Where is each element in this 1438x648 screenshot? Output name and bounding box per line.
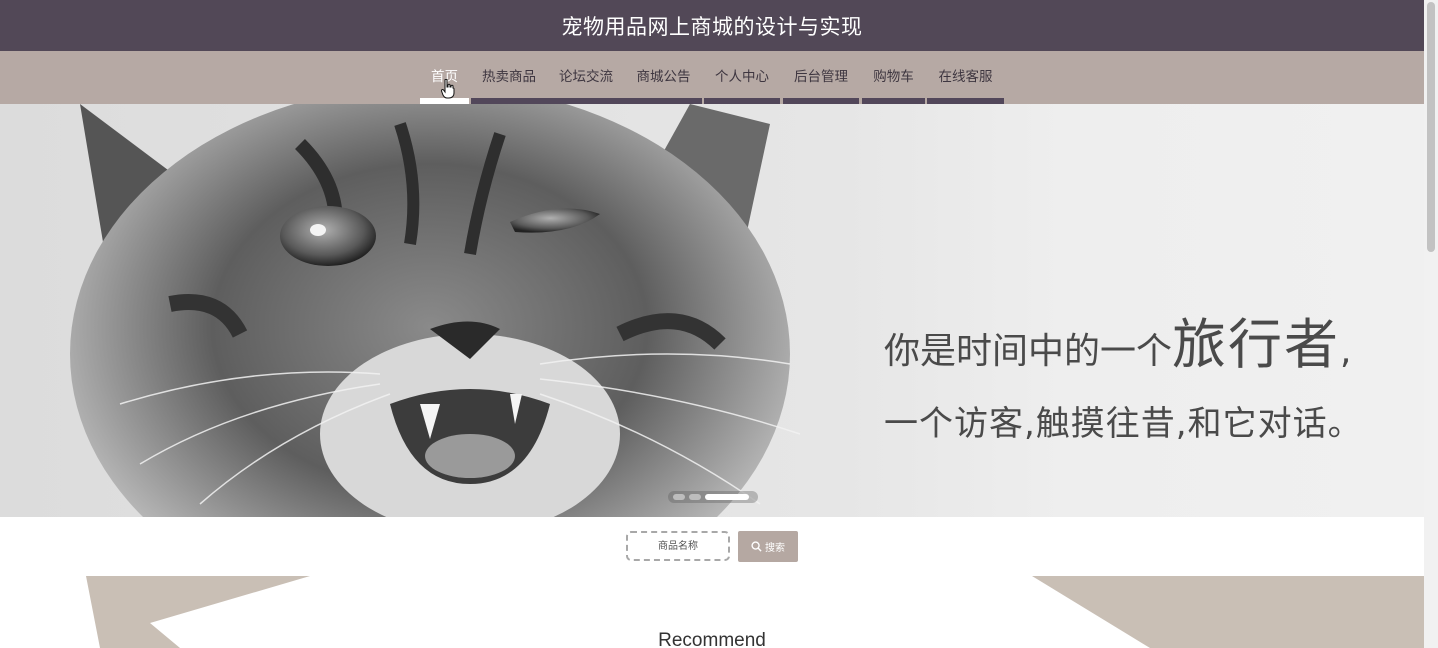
- nav-item-label: 个人中心: [715, 69, 769, 85]
- carousel-dot-3[interactable]: [705, 494, 749, 500]
- nav-item-label: 购物车: [873, 69, 914, 85]
- kitten-photo: [0, 104, 840, 517]
- site-header: 宠物用品网上商城的设计与实现: [0, 0, 1424, 51]
- recommend-heading: Recommend: [658, 630, 766, 648]
- search-button-label: 搜索: [765, 543, 785, 554]
- banner-headline-prefix: 你是时间中的一个: [884, 331, 1173, 372]
- search-icon: [751, 541, 762, 552]
- product-search-input[interactable]: [626, 531, 730, 561]
- nav-item-label: 热卖商品: [482, 69, 536, 85]
- carousel-dot-1[interactable]: [673, 494, 685, 500]
- nav-item-label: 商城公告: [636, 69, 691, 85]
- nav-item-label: 后台管理: [794, 69, 848, 85]
- nav-item-forum[interactable]: 论坛交流: [547, 51, 625, 104]
- pointer-cursor-icon: [441, 79, 455, 99]
- site-title: 宠物用品网上商城的设计与实现: [561, 14, 863, 39]
- search-button[interactable]: 搜索: [738, 531, 798, 562]
- nav-item-label: 论坛交流: [559, 69, 613, 85]
- nav-item-support[interactable]: 在线客服: [927, 51, 1004, 104]
- carousel-dot-2[interactable]: [689, 494, 701, 500]
- banner-headline-emphasis: 旅行者: [1172, 313, 1341, 376]
- page-scrollbar[interactable]: [1424, 0, 1438, 648]
- banner-headline-suffix: ,: [1340, 331, 1352, 372]
- banner-subline: 一个访客,触摸往昔,和它对话。: [884, 404, 1363, 444]
- nav-item-profile[interactable]: 个人中心: [704, 51, 780, 104]
- carousel-indicators: [668, 491, 758, 503]
- nav-item-announcements[interactable]: 商城公告: [625, 51, 702, 104]
- nav-item-cart[interactable]: 购物车: [862, 51, 925, 104]
- page: 宠物用品网上商城的设计与实现 首页 热卖商品 论坛交流 商城公告 个人中心 后台…: [0, 0, 1438, 648]
- nav-item-admin[interactable]: 后台管理: [783, 51, 859, 104]
- main-nav: 首页 热卖商品 论坛交流 商城公告 个人中心 后台管理 购物车 在线客服: [0, 51, 1424, 104]
- nav-item-hot-products[interactable]: 热卖商品: [471, 51, 547, 104]
- scrollbar-thumb[interactable]: [1427, 2, 1435, 252]
- nav-item-label: 在线客服: [938, 69, 993, 85]
- hero-banner[interactable]: 你是时间中的一个旅行者, 一个访客,触摸往昔,和它对话。: [0, 104, 1424, 517]
- banner-headline: 你是时间中的一个旅行者,: [884, 300, 1351, 379]
